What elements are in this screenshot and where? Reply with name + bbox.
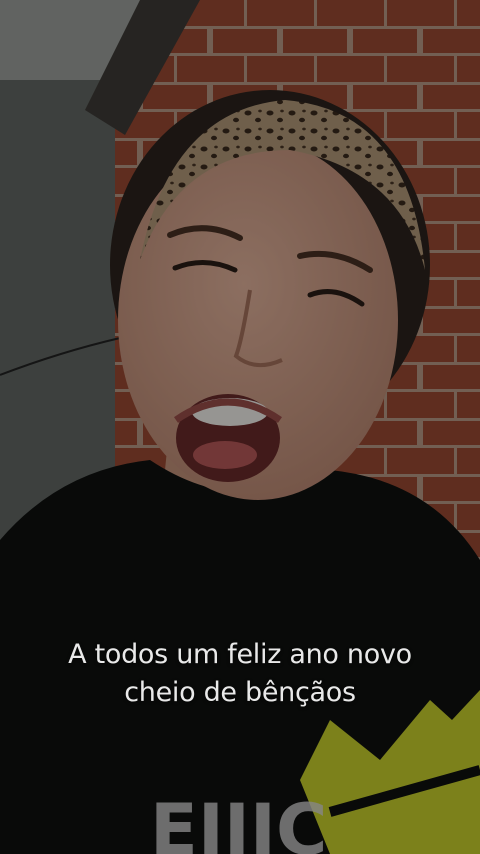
video-dim-overlay [0, 0, 480, 854]
caption: A todos um feliz ano novo cheio de bênçã… [0, 636, 480, 712]
caption-line-1: A todos um feliz ano novo [68, 639, 412, 670]
caption-line-2: cheio de bênçãos [124, 677, 356, 708]
video-frame: EIIIC A todos um feliz ano novo cheio de… [0, 0, 480, 854]
